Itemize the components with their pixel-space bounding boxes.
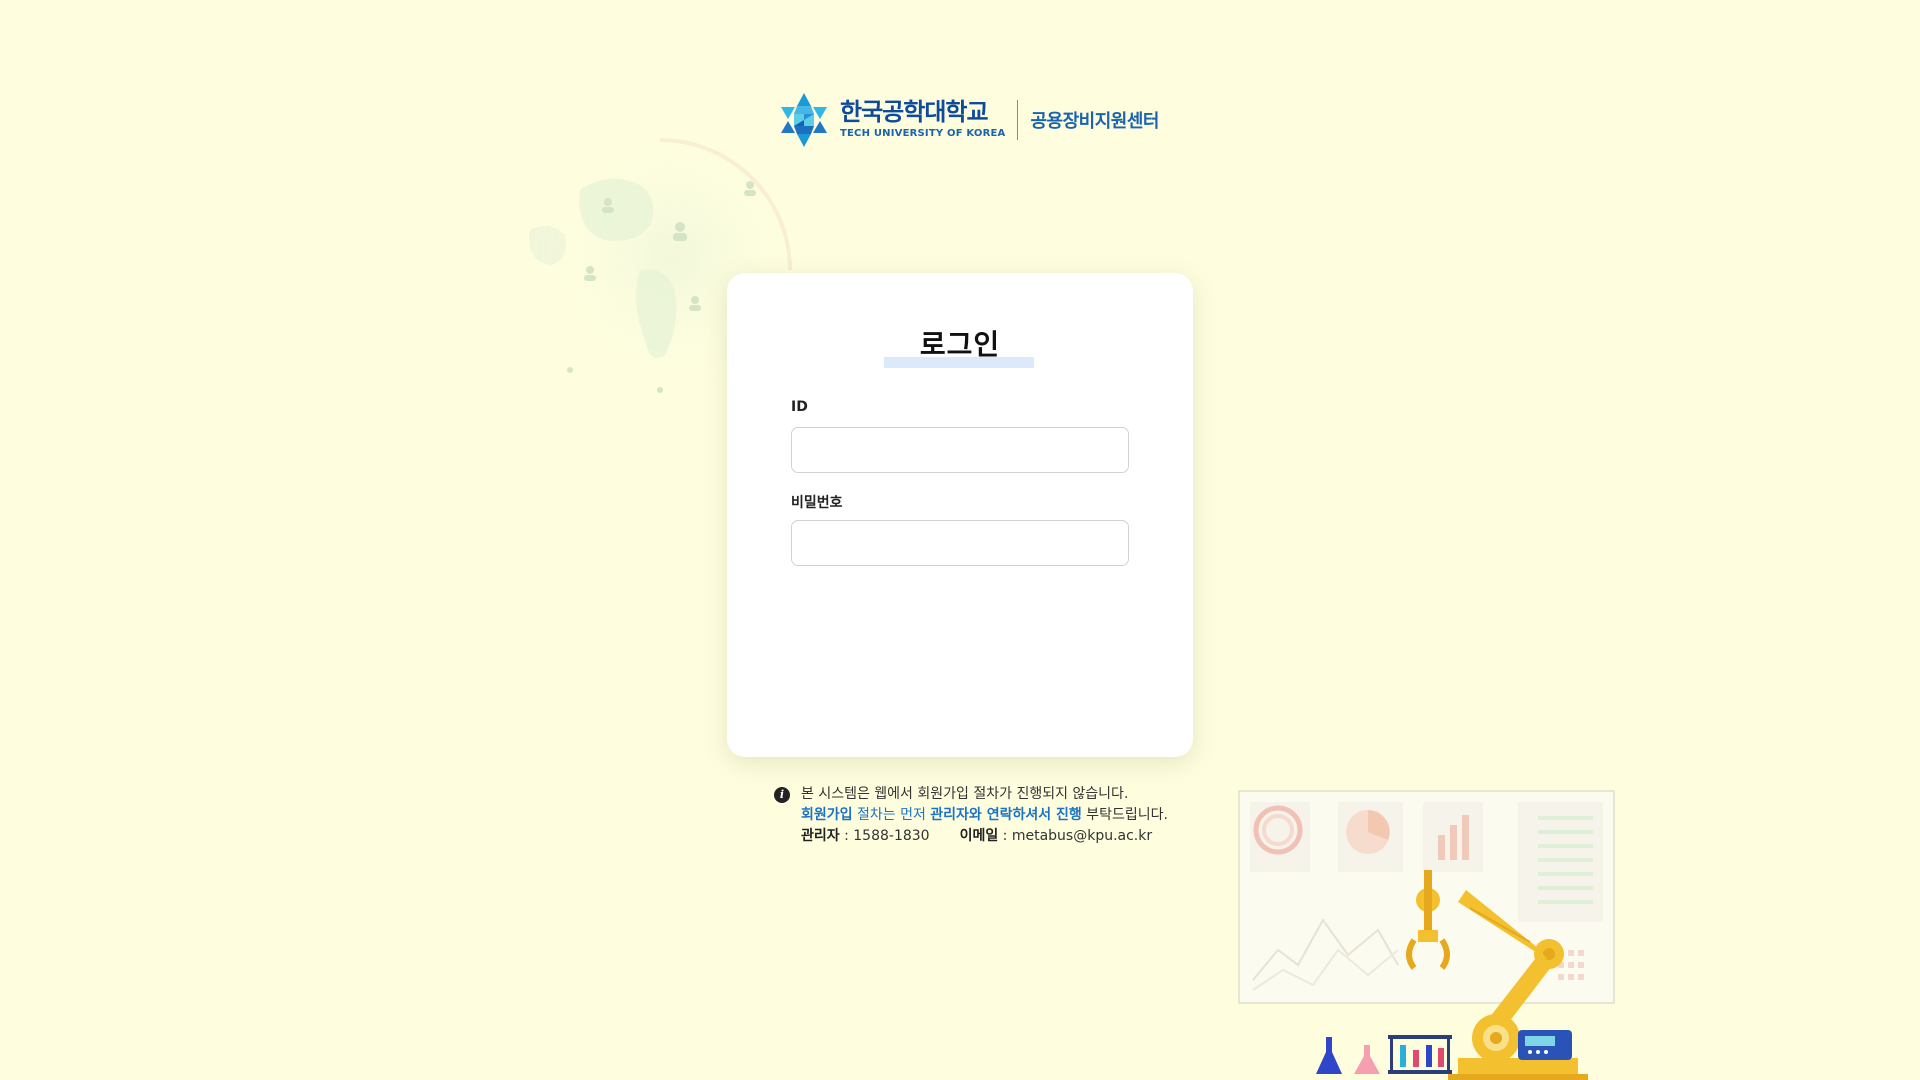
login-title: 로그인	[919, 328, 1001, 361]
id-label: ID	[791, 399, 808, 415]
info-icon: i	[774, 787, 790, 803]
login-card: 로그인 ID 비밀번호	[727, 273, 1193, 757]
center-name: 공용장비지원센터	[1030, 111, 1159, 132]
university-name-block: 한국공학대학교 TECH UNIVERSITY OF KOREA	[840, 99, 1005, 141]
robot-arm-illustration	[1238, 790, 1615, 1080]
email-label: 이메일	[959, 828, 999, 844]
notice-signup-text: 회원가입	[801, 807, 853, 823]
notice-contact-line: 관리자 : 1588-1830 이메일 : metabus@kpu.ac.kr	[801, 826, 1168, 847]
password-input[interactable]	[791, 520, 1129, 566]
university-logo[interactable]: 한국공학대학교 TECH UNIVERSITY OF KOREA 공용장비지원센…	[778, 90, 1159, 150]
admin-email: : metabus@kpu.ac.kr	[998, 828, 1153, 844]
admin-phone: : 1588-1830	[839, 828, 930, 844]
password-label: 비밀번호	[791, 495, 843, 511]
university-english-name: TECH UNIVERSITY OF KOREA	[840, 128, 1006, 139]
notice-contact-text: 관리자와 연락하셔서 진행	[930, 807, 1082, 823]
notice-line-1: 본 시스템은 웹에서 회원가입 절차가 진행되지 않습니다.	[801, 786, 1129, 802]
login-page: 한국공학대학교 TECH UNIVERSITY OF KOREA 공용장비지원센…	[0, 0, 1920, 1080]
id-input[interactable]	[791, 427, 1129, 473]
signup-notice: i 본 시스템은 웹에서 회원가입 절차가 진행되지 않습니다. 회원가입 절차…	[774, 784, 1168, 847]
university-name: 한국공학대학교	[840, 98, 989, 126]
admin-label: 관리자	[801, 828, 840, 844]
logo-divider	[1017, 100, 1019, 140]
notice-line-2: 회원가입 절차는 먼저 관리자와 연락하셔서 진행 부탁드립니다.	[801, 807, 1168, 823]
